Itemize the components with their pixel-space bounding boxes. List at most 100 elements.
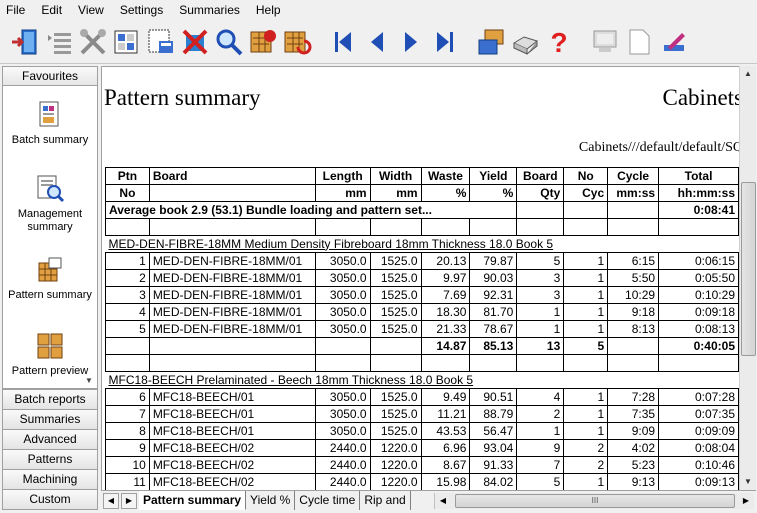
- help-button[interactable]: ?: [542, 23, 576, 61]
- next-icon: [405, 31, 417, 52]
- scroll-right-icon[interactable]: ▶: [738, 493, 754, 509]
- nav-section-batch-reports[interactable]: Batch reports: [3, 389, 97, 409]
- table-cell: MED-DEN-FIBRE-18MM/01: [148, 252, 316, 270]
- first-button[interactable]: [326, 23, 360, 61]
- nav-section-patterns[interactable]: Patterns: [3, 449, 97, 469]
- table-row[interactable]: 3 MED-DEN-FIBRE-18MM/01 3050.0 1525.0 7.69 92…: [105, 286, 739, 304]
- batch-button[interactable]: [110, 23, 144, 61]
- search-button[interactable]: [212, 23, 246, 61]
- table-row[interactable]: 2 MED-DEN-FIBRE-18MM/01 3050.0 1525.0 9.97 90…: [105, 269, 739, 287]
- data-button[interactable]: [144, 23, 178, 61]
- nav-section-machining[interactable]: Machining: [3, 469, 97, 489]
- table-cell: 20.13: [420, 252, 471, 270]
- nav-pattern-preview[interactable]: Pattern preview: [3, 331, 97, 378]
- table-cell: 7.69: [420, 286, 471, 304]
- table-cell: 2440.0: [314, 439, 371, 457]
- scroll-up-icon[interactable]: ▲: [740, 66, 756, 82]
- nav-management-summary[interactable]: Management summary: [3, 174, 97, 234]
- nav-scroll-down-icon[interactable]: ▼: [83, 376, 95, 386]
- page-icon: [629, 29, 650, 54]
- nav-batch-summary[interactable]: Batch summary: [3, 100, 97, 147]
- table-row[interactable]: 5 MED-DEN-FIBRE-18MM/01 3050.0 1525.0 21.33 7…: [105, 320, 739, 338]
- horizontal-scroll-thumb[interactable]: III: [455, 494, 735, 508]
- tab-next-icon[interactable]: ▶: [121, 492, 137, 509]
- nav-section-summaries[interactable]: Summaries: [3, 409, 97, 429]
- horizontal-scrollbar[interactable]: ◀ III ▶: [434, 493, 754, 509]
- export-button[interactable]: [474, 23, 508, 61]
- vertical-scroll-thumb[interactable]: [741, 182, 756, 356]
- exit-button[interactable]: [8, 23, 42, 61]
- spacer-row: [105, 354, 739, 372]
- menu-view[interactable]: View: [70, 0, 112, 20]
- table-cell: 5: [516, 473, 565, 490]
- table-cell: 5:23: [607, 456, 660, 474]
- table-cell: 9.97: [420, 269, 471, 287]
- table-row[interactable]: 8 MFC18-BEECH/01 3050.0 1525.0 43.53 56.47 1 1 9…: [105, 422, 739, 440]
- delete-button[interactable]: [178, 23, 212, 61]
- menu-help[interactable]: Help: [248, 0, 289, 20]
- table-row[interactable]: 4 MED-DEN-FIBRE-18MM/01 3050.0 1525.0 18.30 8…: [105, 303, 739, 321]
- last-button[interactable]: [428, 23, 462, 61]
- computer-icon: [593, 30, 617, 52]
- table-cell: 91.33: [469, 456, 518, 474]
- menu-file[interactable]: File: [0, 0, 33, 20]
- edit-button[interactable]: [656, 23, 690, 61]
- table-row[interactable]: 7 MFC18-BEECH/01 3050.0 1525.0 11.21 88.79 2 1 7…: [105, 405, 739, 423]
- table-cell: 0:09:09: [658, 422, 739, 440]
- table-cell: MFC18-BEECH/02: [148, 473, 316, 490]
- table-cell: 1: [516, 303, 565, 321]
- total-time: 0:40:05: [658, 337, 739, 355]
- management-summary-icon: [37, 175, 65, 203]
- table-cell: 6: [105, 388, 150, 406]
- table-row[interactable]: 10 MFC18-BEECH/02 2440.0 1220.0 8.67 91.33 7 2 5…: [105, 456, 739, 474]
- table-row[interactable]: 1 MED-DEN-FIBRE-18MM/01 3050.0 1525.0 20.13 7…: [105, 252, 739, 270]
- nav-section-custom[interactable]: Custom: [3, 489, 97, 509]
- list-button[interactable]: [42, 23, 76, 61]
- previous-button[interactable]: [360, 23, 394, 61]
- help-icon: ?: [550, 27, 567, 57]
- table-cell: 9.49: [420, 388, 471, 406]
- total-yield: 85.13: [469, 337, 518, 355]
- column-header: Width: [369, 167, 422, 185]
- average-total: 0:08:41: [658, 201, 739, 219]
- table-cell: 1525.0: [369, 252, 422, 270]
- table-row[interactable]: 9 MFC18-BEECH/02 2440.0 1220.0 6.96 93.04 9 2 4:…: [105, 439, 739, 457]
- last-icon: [437, 31, 453, 52]
- favourites-header[interactable]: Favourites: [3, 67, 97, 86]
- scroll-down-icon[interactable]: ▼: [740, 474, 756, 490]
- menu-summaries[interactable]: Summaries: [171, 0, 248, 20]
- tab-yield[interactable]: Yield %: [246, 491, 296, 510]
- table-cell: 1: [563, 286, 609, 304]
- table-cell: [516, 218, 565, 236]
- page-button[interactable]: [622, 23, 656, 61]
- favourites-panel: Batch summary Management summary Pattern…: [3, 86, 97, 389]
- table-row[interactable]: 6 MFC18-BEECH/01 3050.0 1525.0 9.49 90.51 4 1 7:…: [105, 388, 739, 406]
- table-cell: 6:15: [607, 252, 660, 270]
- menu-settings[interactable]: Settings: [112, 0, 171, 20]
- nav-section-advanced[interactable]: Advanced: [3, 429, 97, 449]
- tab-pattern-summary[interactable]: Pattern summary: [139, 491, 247, 510]
- tools-button[interactable]: [76, 23, 110, 61]
- scroll-left-icon[interactable]: ◀: [435, 493, 451, 509]
- computer-button[interactable]: [588, 23, 622, 61]
- nav-pattern-summary-label: Pattern summary: [8, 289, 92, 301]
- next-button[interactable]: [394, 23, 428, 61]
- menu-edit[interactable]: Edit: [33, 0, 70, 20]
- search-icon: [216, 29, 243, 55]
- tab-prev-icon[interactable]: ◀: [103, 492, 119, 509]
- sheet-tab-bar: ◀ ▶ Pattern summary Yield % Cycle time R…: [101, 490, 756, 510]
- vertical-scrollbar[interactable]: ▲ ▼: [739, 66, 756, 490]
- tab-cycle-time[interactable]: Cycle time: [295, 491, 361, 510]
- table-row[interactable]: 11 MFC18-BEECH/02 2440.0 1220.0 15.98 84.02 5 1…: [105, 473, 739, 490]
- table-cell: 1525.0: [369, 303, 422, 321]
- tab-rip-and[interactable]: Rip and: [360, 491, 411, 510]
- refresh-button[interactable]: [280, 23, 314, 61]
- table-cell: 3: [516, 286, 565, 304]
- column-header: Length: [314, 167, 371, 185]
- table-cell: 9:09: [607, 422, 660, 440]
- data-icon: [148, 29, 173, 53]
- report-button[interactable]: [246, 23, 280, 61]
- nav-pattern-summary[interactable]: Pattern summary: [3, 255, 97, 302]
- table-cell: 1220.0: [369, 439, 422, 457]
- print-button[interactable]: [508, 23, 542, 61]
